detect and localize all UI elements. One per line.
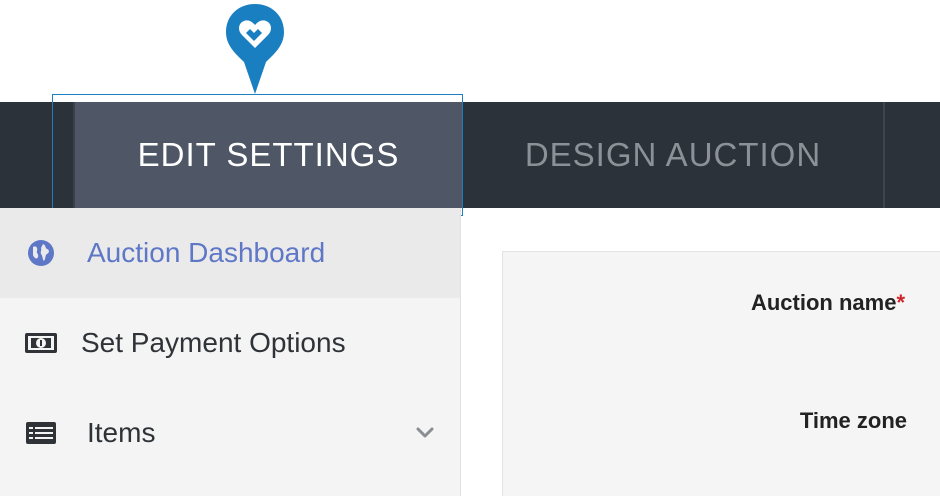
auction-name-label: Auction name*	[751, 290, 905, 316]
auction-name-label-text: Auction name	[750, 290, 897, 315]
top-navigation: EDIT SETTINGS DESIGN AUCTION	[0, 102, 940, 208]
money-icon	[24, 326, 58, 360]
globe-icon	[24, 236, 58, 270]
tab-design-auction[interactable]: DESIGN AUCTION	[462, 102, 884, 208]
tab-edit-settings-label: EDIT SETTINGS	[137, 136, 400, 173]
sidebar: Auction Dashboard Set Payment Options It…	[0, 208, 461, 496]
tab-divider	[883, 102, 885, 208]
location-pin-marker-icon	[224, 2, 286, 96]
sidebar-item-label: Set Payment Options	[81, 327, 346, 358]
sidebar-item-label: Auction Dashboard	[87, 237, 326, 268]
chevron-down-icon[interactable]	[410, 418, 440, 448]
sidebar-item-auction-dashboard[interactable]: Auction Dashboard	[0, 208, 460, 298]
sidebar-item-label: Items	[87, 417, 156, 448]
time-zone-label-text: Time zone	[799, 408, 907, 433]
required-marker: *	[896, 290, 905, 315]
time-zone-label: Time zone	[800, 408, 907, 434]
tab-edit-settings[interactable]: EDIT SETTINGS	[73, 102, 462, 208]
sidebar-item-items[interactable]: Items	[0, 388, 460, 478]
tab-design-auction-label: DESIGN AUCTION	[524, 136, 822, 173]
list-icon	[24, 416, 58, 450]
sidebar-item-set-payment-options[interactable]: Set Payment Options	[0, 298, 460, 388]
settings-form-card: Auction name* Time zone	[502, 251, 940, 496]
